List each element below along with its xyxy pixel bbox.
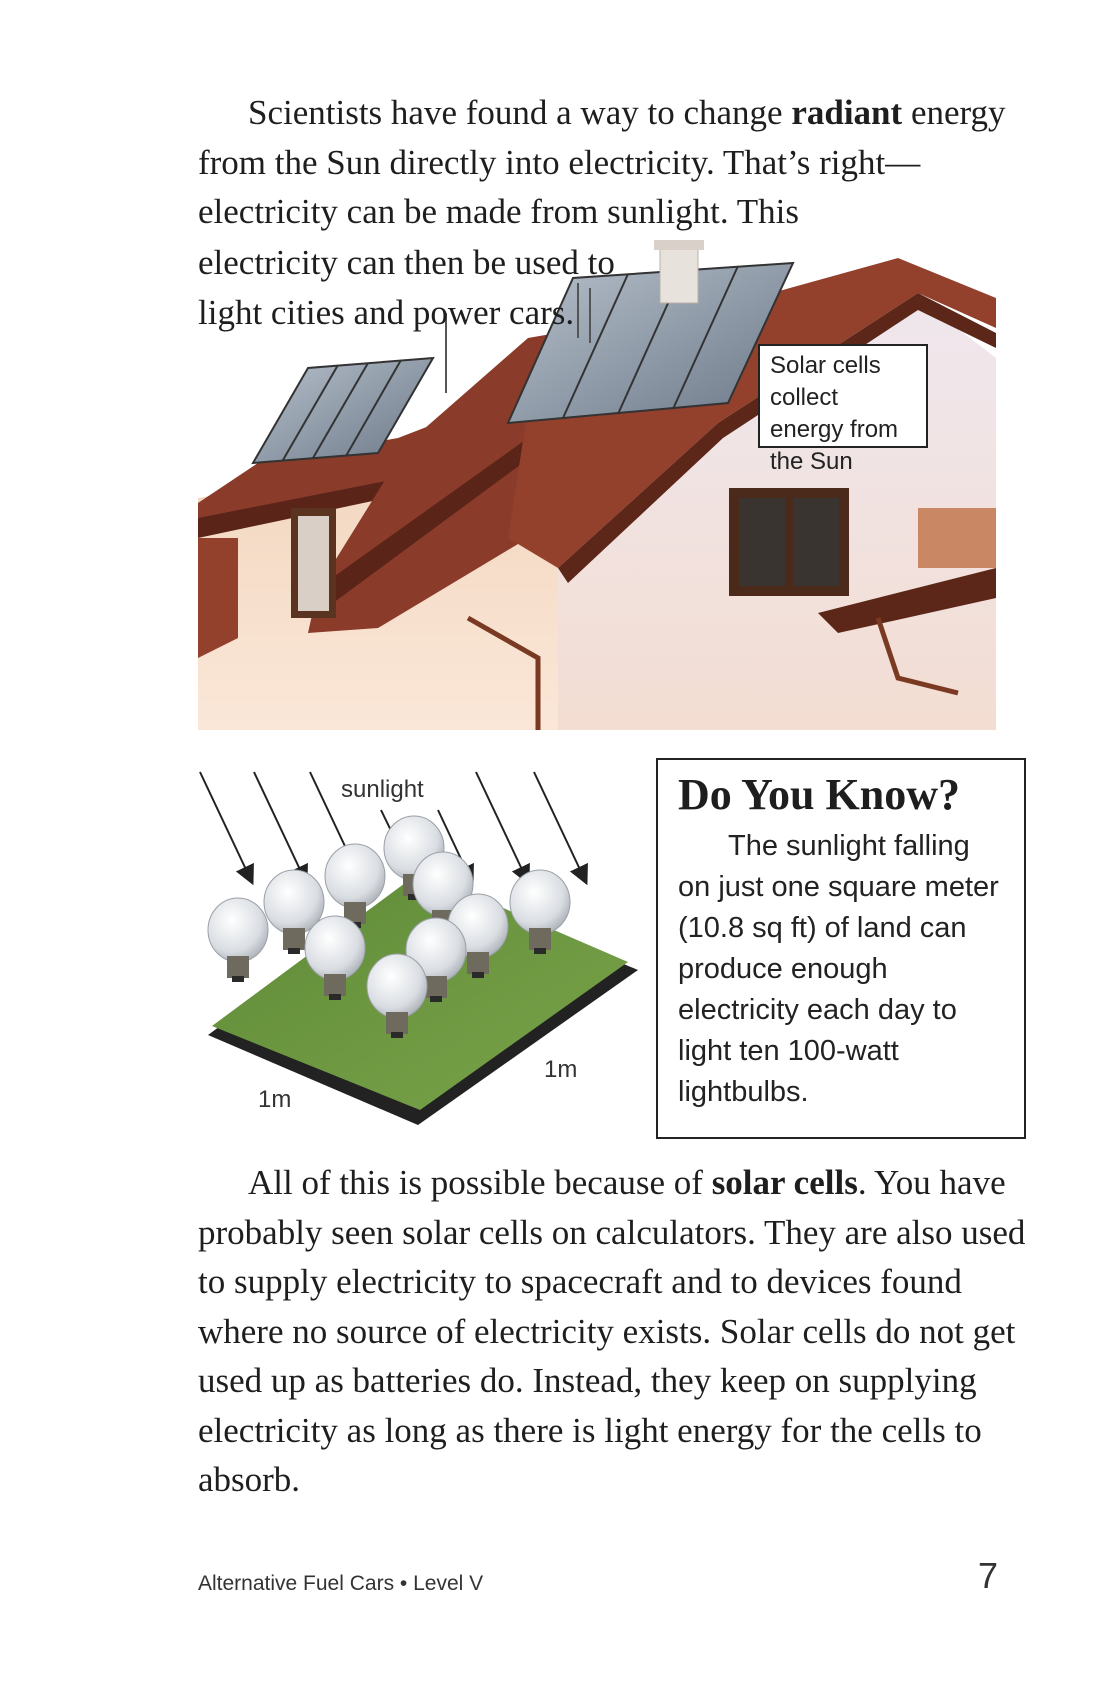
lightbulb-icon: [207, 897, 269, 982]
book-title-footer: Alternative Fuel Cars • Level V: [198, 1572, 484, 1595]
intro-paragraph-continued: electricity can then be used to light ci…: [198, 243, 615, 332]
vocab-radiant: radiant: [791, 93, 903, 132]
sunlight-arrow: [253, 771, 308, 886]
sunlight-label: sunlight: [341, 776, 424, 803]
sunlight-arrow: [533, 771, 588, 886]
sunlight-arrow: [475, 771, 530, 886]
width-label: 1m: [258, 1086, 292, 1113]
photo-callout: Solar cells collect energy from the Sun: [758, 344, 928, 475]
intro-paragraph: Scientists have found a way to change ra…: [198, 93, 1006, 231]
do-you-know-text: The sunlight falling on just one square …: [678, 830, 999, 1108]
sunlight-lightbulb-diagram: sunlight 1m 1m: [198, 760, 648, 1130]
do-you-know-title: Do You Know?: [678, 770, 960, 819]
solar-cells-paragraph: All of this is possible because of solar…: [198, 1163, 1026, 1499]
page-number: 7: [977, 1555, 998, 1596]
do-you-know-box: Do You Know? The sunlight falling on jus…: [656, 758, 1026, 1139]
depth-label: 1m: [544, 1056, 578, 1083]
vocab-solar-cells: solar cells: [711, 1163, 858, 1202]
sunlight-arrow: [199, 771, 254, 886]
